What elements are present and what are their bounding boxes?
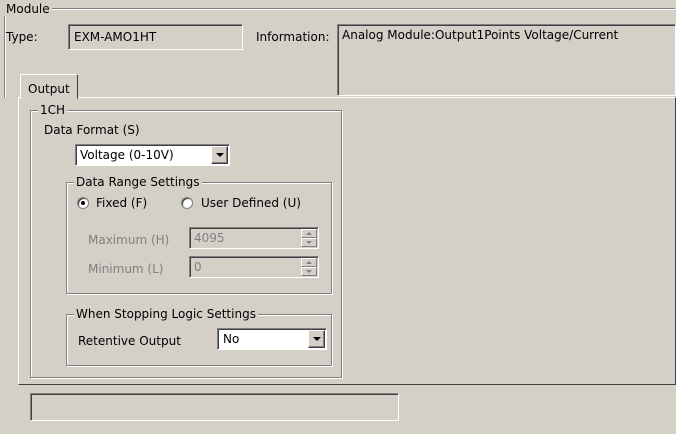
minimum-value: 0 — [194, 260, 202, 274]
type-label: Type: — [6, 30, 38, 44]
retentive-output-label: Retentive Output — [78, 334, 181, 348]
minimum-spinbox[interactable]: 0 — [189, 256, 319, 278]
type-field: EXM-AMO1HT — [68, 24, 243, 50]
data-range-group-label: Data Range Settings — [74, 175, 202, 189]
maximum-spinbox[interactable]: 4095 — [189, 227, 319, 249]
minimum-spin-down[interactable] — [301, 267, 317, 276]
maximum-value: 4095 — [194, 231, 225, 245]
information-value: Analog Module:Output1Points Voltage/Curr… — [342, 28, 619, 42]
data-format-label: Data Format (S) — [44, 123, 140, 137]
status-field — [30, 393, 399, 421]
data-format-value: Voltage (0-10V) — [80, 148, 174, 162]
minimum-label: Minimum (L) — [88, 262, 164, 276]
information-label: Information: — [256, 30, 330, 44]
data-format-select[interactable]: Voltage (0-10V) — [75, 144, 230, 166]
retentive-output-value: No — [223, 332, 240, 346]
data-format-dropdown-button[interactable] — [211, 146, 228, 164]
chevron-down-icon — [216, 153, 224, 157]
maximum-spin-down[interactable] — [301, 238, 317, 247]
maximum-spin-up[interactable] — [301, 229, 317, 238]
tab-output[interactable]: Output — [20, 74, 78, 99]
information-field: Analog Module:Output1Points Voltage/Curr… — [337, 24, 676, 96]
type-value: EXM-AMO1HT — [74, 30, 157, 44]
stopping-logic-group-label: When Stopping Logic Settings — [74, 307, 258, 321]
minimum-spin-up[interactable] — [301, 258, 317, 267]
radio-fixed-label[interactable]: Fixed (F) — [96, 196, 147, 210]
radio-user-defined-label[interactable]: User Defined (U) — [201, 196, 301, 210]
spin-up-icon — [306, 232, 312, 235]
retentive-output-select[interactable]: No — [217, 328, 327, 350]
radio-user-defined[interactable] — [181, 197, 193, 209]
chevron-down-icon — [313, 337, 321, 341]
radio-selected-dot — [81, 201, 85, 205]
channel-group-label: 1CH — [38, 103, 68, 117]
module-group-label: Module — [4, 2, 52, 16]
radio-fixed[interactable] — [77, 197, 89, 209]
spin-up-icon — [306, 261, 312, 264]
spin-down-icon — [306, 270, 312, 273]
maximum-label: Maximum (H) — [88, 233, 170, 247]
tab-output-label: Output — [28, 82, 70, 96]
spin-down-icon — [306, 241, 312, 244]
retentive-output-dropdown-button[interactable] — [308, 330, 325, 348]
